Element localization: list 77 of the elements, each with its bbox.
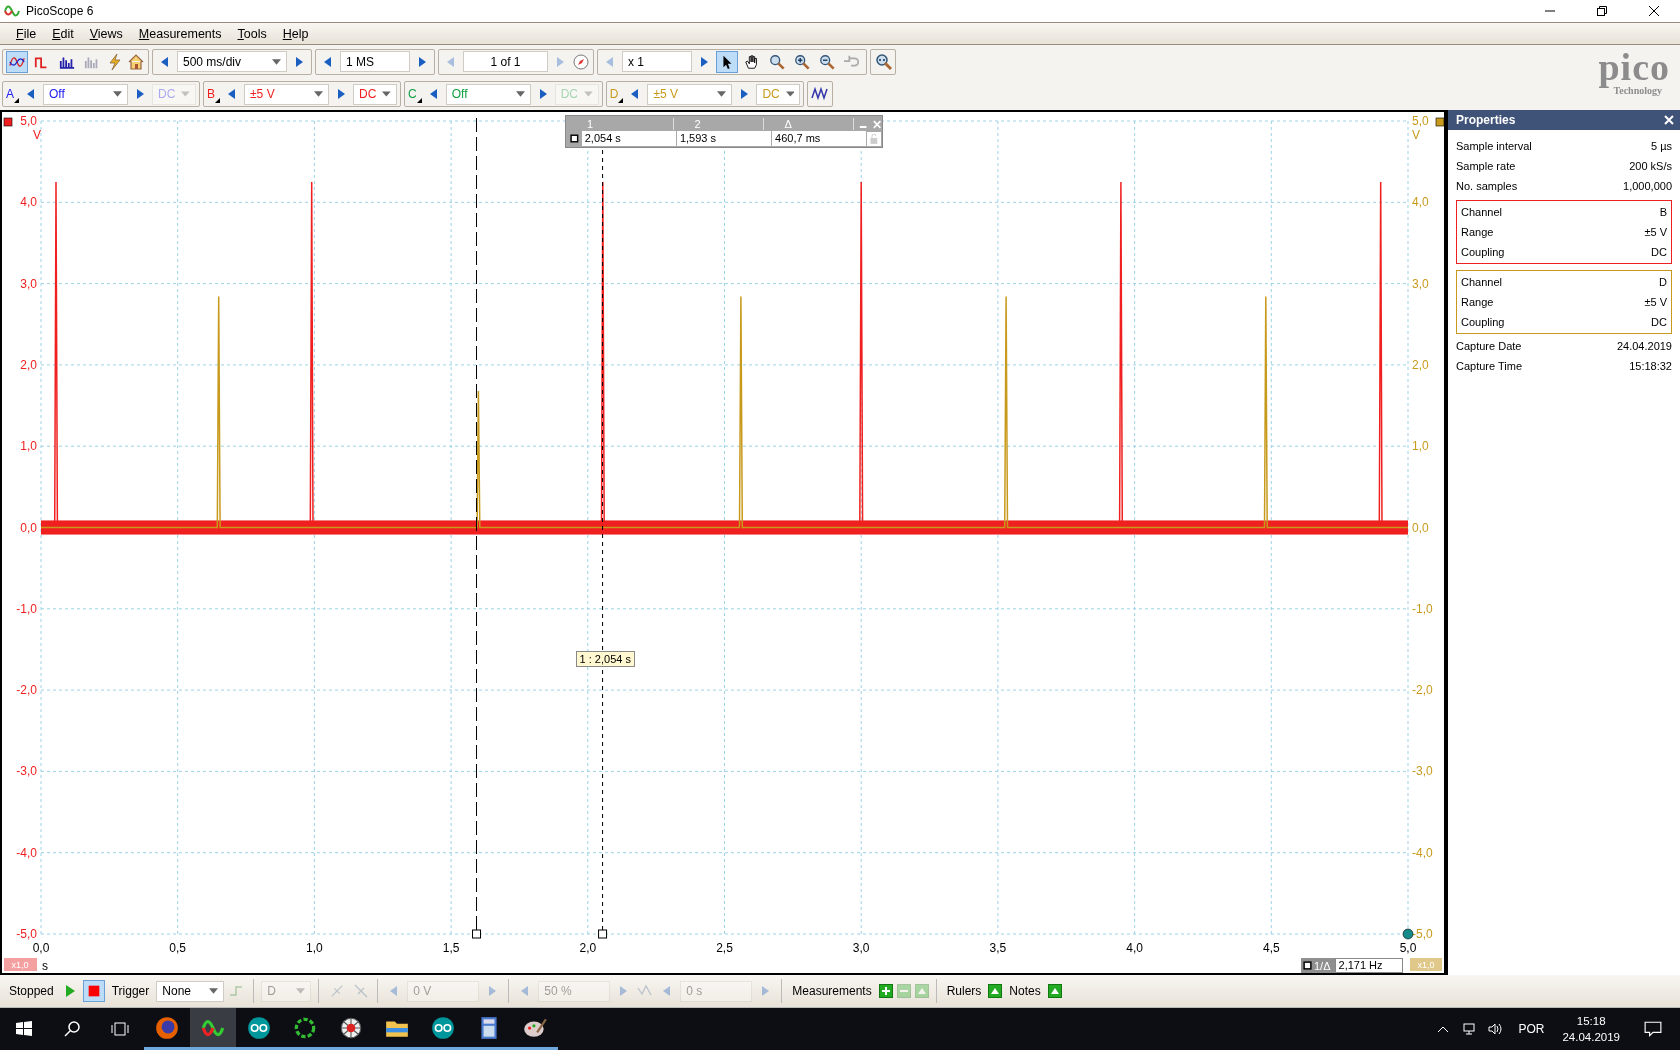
axis-tick-label: -3,0 [16, 764, 37, 779]
axis-tick-label: 2,5 [716, 941, 733, 955]
axis-tick-label: 5,0 [1412, 114, 1429, 128]
axis-tick-label: 0,0 [20, 520, 37, 535]
axis-tick-label: 0,0 [1412, 520, 1429, 535]
axis-tick-label: 2,0 [1412, 357, 1429, 372]
table-cell: 460,7 ms [772, 131, 868, 146]
property-label: Sample rate [1456, 160, 1516, 172]
property-label: Sample interval [1456, 140, 1532, 152]
axis-tick-label: 4,0 [1126, 941, 1143, 955]
rulers-label: Rulers [946, 984, 982, 998]
axis-tick-label: 4,0 [1412, 195, 1429, 210]
axis-tick-label: 1,5 [442, 941, 460, 955]
axis-unit: V [33, 128, 41, 142]
column-header: 1 [567, 118, 675, 130]
property-value: DC [1651, 316, 1667, 328]
axis-tick-label: 2,0 [579, 941, 597, 955]
axis-tick-label: -5,0 [1412, 927, 1433, 941]
property-label: Capture Time [1456, 360, 1523, 372]
column-header: 2 [674, 118, 765, 130]
axis-tick-label: 2,0 [20, 357, 37, 372]
axis-unit: s [42, 959, 48, 973]
axis-tick-label: -3,0 [1412, 764, 1433, 779]
table-cell: 1,593 s [676, 131, 773, 146]
property-value: 15:18:32 [1629, 360, 1672, 372]
axis-tick-label: -1,0 [1412, 601, 1433, 616]
axis-tick-label: 5,0 [1399, 941, 1417, 955]
column-header: Δ [764, 118, 855, 130]
property-value: 5 µs [1651, 140, 1672, 152]
frequency-label: 1/Δ [1301, 958, 1335, 973]
cursor-tooltip: 1 : 2,054 s [575, 651, 635, 667]
axis-tick-label: 3,5 [989, 941, 1007, 955]
property-value: 200 kS/s [1629, 160, 1672, 172]
property-value: DC [1651, 246, 1667, 258]
axis-tick-label: -2,0 [1412, 683, 1433, 698]
axis-tick-label: 0,5 [169, 941, 187, 955]
axis-tick-label: 4,0 [20, 195, 37, 210]
frequency-value: 2,171 Hz [1334, 958, 1403, 973]
axis-tick-label: 1,0 [1412, 439, 1429, 454]
window-title: PicoScope 6 [26, 4, 94, 18]
property-value: 24.04.2019 [1616, 340, 1672, 352]
property-value: ±5 V [1644, 226, 1667, 238]
axis-tick-label: -5,0 [16, 927, 37, 941]
notes-label: Notes [1009, 984, 1041, 998]
capture-state: Stopped [9, 984, 54, 998]
property-label: Range [1461, 226, 1494, 238]
axis-tick-label: 1,0 [20, 439, 37, 454]
property-value: 1,000,000 [1623, 180, 1672, 192]
property-value: B [1659, 206, 1667, 218]
property-value: ±5 V [1644, 296, 1667, 308]
axis-tick-label: -1,0 [16, 601, 37, 616]
axis-tick-label: -2,0 [16, 683, 37, 698]
property-label: No. samples [1456, 180, 1518, 192]
axis-tick-label: 4,5 [1262, 941, 1280, 955]
trigger-label: Trigger [111, 984, 150, 998]
panel-title: Properties [1456, 113, 1516, 127]
measurements-label: Measurements [792, 984, 872, 998]
property-label: Range [1461, 296, 1494, 308]
property-label: Coupling [1461, 246, 1505, 258]
axis-tick-label: -4,0 [1412, 845, 1433, 860]
property-label: Channel [1461, 276, 1502, 288]
axis-tick-label: 0,0 [32, 941, 50, 955]
scale-badge: x1,0 [1410, 958, 1442, 971]
axis-tick-label: 5,0 [20, 114, 37, 128]
axis-tick-label: 1,0 [306, 941, 323, 955]
pico-logo: pico Technology [1598, 48, 1670, 96]
property-label: Coupling [1461, 316, 1505, 328]
scale-badge: x1,0 [4, 958, 37, 971]
axis-unit: V [1412, 128, 1420, 142]
property-label: Capture Date [1456, 340, 1522, 352]
property-label: Channel [1461, 206, 1502, 218]
axis-tick-label: 3,0 [852, 941, 870, 955]
table-cell: 2,054 s [581, 131, 677, 146]
axis-tick-label: 3,0 [20, 276, 37, 291]
axis-tick-label: -4,0 [16, 845, 37, 860]
property-value: D [1659, 276, 1667, 288]
axis-tick-label: 3,0 [1412, 276, 1429, 291]
